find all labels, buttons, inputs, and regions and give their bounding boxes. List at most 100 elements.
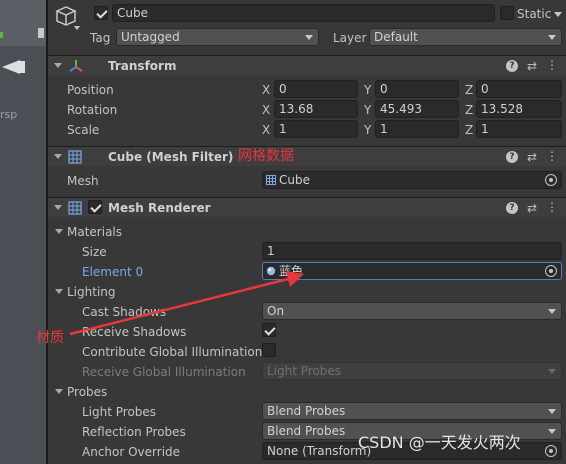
scene-gizmo-square bbox=[38, 28, 44, 38]
position-z-label: Z bbox=[465, 83, 474, 97]
static-label: Static bbox=[517, 7, 552, 21]
scale-x-field[interactable]: 1 bbox=[274, 120, 358, 138]
element0-picker-target-icon[interactable] bbox=[545, 265, 557, 277]
probes-label: Probes bbox=[67, 385, 108, 399]
icon-picker-chevron-down-icon[interactable] bbox=[74, 26, 80, 30]
rotation-label: Rotation bbox=[67, 103, 118, 117]
rotation-z-field[interactable]: 13.528 bbox=[476, 100, 562, 118]
transform-header[interactable]: Transform ? ⇄ ⋮ bbox=[48, 55, 566, 75]
materials-foldout-icon[interactable] bbox=[55, 229, 63, 234]
rotation-y-field[interactable]: 45.493 bbox=[375, 100, 459, 118]
layer-label: Layer bbox=[333, 31, 367, 45]
receive-shadows-checkbox[interactable] bbox=[262, 323, 276, 337]
tag-dropdown[interactable]: Untagged bbox=[116, 28, 319, 46]
scene-projection-label: rsp bbox=[0, 108, 18, 121]
material-annotation: 材质 bbox=[36, 330, 64, 346]
scene-view[interactable]: rsp bbox=[0, 0, 46, 464]
layer-dropdown[interactable]: Default bbox=[369, 28, 562, 46]
csdn-watermark: CSDN @一天发火两次 bbox=[358, 433, 521, 452]
transform-presets-icon[interactable]: ⇄ bbox=[525, 59, 539, 73]
mesh-filter-foldout-icon[interactable] bbox=[54, 154, 62, 159]
tag-label: Tag bbox=[90, 31, 111, 45]
scale-z-label: Z bbox=[465, 123, 474, 137]
position-y-field[interactable]: 0 bbox=[375, 80, 459, 98]
mesh-renderer-icon bbox=[68, 201, 82, 215]
size-label: Size bbox=[82, 245, 107, 259]
transform-menu-icon[interactable]: ⋮ bbox=[545, 58, 559, 72]
receive-shadows-label: Receive Shadows bbox=[82, 325, 187, 339]
object-active-checkbox[interactable] bbox=[94, 6, 108, 20]
mesh-grid-icon bbox=[68, 150, 82, 164]
mesh-renderer-foldout-icon[interactable] bbox=[54, 205, 62, 210]
position-y-label: Y bbox=[364, 83, 372, 97]
mesh-renderer-menu-icon[interactable]: ⋮ bbox=[545, 200, 559, 214]
light-probes-chevron-down-icon bbox=[548, 409, 556, 414]
mesh-object-field[interactable]: Cube bbox=[262, 171, 562, 189]
scale-y-field[interactable]: 1 bbox=[375, 120, 459, 138]
lighting-foldout-icon[interactable] bbox=[55, 289, 63, 294]
contribute-gi-label: Contribute Global Illumination bbox=[82, 345, 263, 359]
receive-gi-label: Receive Global Illumination bbox=[82, 365, 246, 379]
mesh-filter-help-icon[interactable]: ? bbox=[506, 151, 518, 163]
position-x-field[interactable]: 0 bbox=[274, 80, 358, 98]
rotation-x-field[interactable]: 13.68 bbox=[274, 100, 358, 118]
object-name-field[interactable]: Cube bbox=[112, 4, 495, 22]
static-chevron-down-icon[interactable] bbox=[554, 12, 562, 17]
mesh-renderer-enabled-checkbox[interactable] bbox=[88, 200, 102, 214]
static-checkbox[interactable] bbox=[500, 6, 514, 20]
receive-gi-dropdown: Light Probes bbox=[262, 362, 562, 380]
rotation-x-label: X bbox=[262, 103, 271, 117]
contribute-gi-checkbox[interactable] bbox=[262, 343, 276, 357]
materials-label: Materials bbox=[67, 225, 123, 239]
inspector-panel: Cube Static Tag Untagged Layer Default T… bbox=[48, 0, 566, 464]
lighting-label: Lighting bbox=[67, 285, 116, 299]
mesh-filter-title: Cube (Mesh Filter) bbox=[108, 150, 234, 164]
rotation-z-label: Z bbox=[465, 103, 474, 117]
light-probes-dropdown[interactable]: Blend Probes bbox=[262, 402, 562, 420]
mesh-value: Cube bbox=[279, 173, 310, 187]
material-sphere-icon bbox=[266, 266, 276, 276]
scale-z-field[interactable]: 1 bbox=[476, 120, 562, 138]
mesh-renderer-presets-icon[interactable]: ⇄ bbox=[525, 201, 539, 215]
mesh-label: Mesh bbox=[67, 174, 99, 188]
rotation-y-label: Y bbox=[364, 103, 372, 117]
mesh-filter-header[interactable]: Cube (Mesh Filter) 网格数据 ? ⇄ ⋮ bbox=[48, 146, 566, 166]
scene-toolbar bbox=[0, 0, 46, 46]
scene-axis-gizmo-green bbox=[0, 32, 3, 38]
mesh-filter-menu-icon[interactable]: ⋮ bbox=[545, 149, 559, 163]
position-x-label: X bbox=[262, 83, 271, 97]
gameobject-cube-icon bbox=[55, 6, 77, 26]
transform-axes-icon bbox=[69, 60, 83, 72]
mesh-picker-target-icon[interactable] bbox=[545, 174, 557, 186]
mesh-renderer-title: Mesh Renderer bbox=[108, 201, 211, 215]
probes-foldout-icon[interactable] bbox=[55, 389, 63, 394]
mesh-renderer-help-icon[interactable]: ? bbox=[506, 202, 518, 214]
receive-gi-value: Light Probes bbox=[267, 364, 342, 378]
element0-value: 蓝色 bbox=[279, 264, 304, 278]
element0-label: Element 0 bbox=[82, 265, 144, 279]
mesh-renderer-header[interactable]: Mesh Renderer ? ⇄ ⋮ bbox=[48, 197, 566, 217]
cast-shadows-dropdown[interactable]: On bbox=[262, 302, 562, 320]
anchor-override-label: Anchor Override bbox=[82, 445, 181, 459]
cast-shadows-chevron-down-icon bbox=[548, 309, 556, 314]
scale-y-label: Y bbox=[364, 123, 372, 137]
reflection-probes-value: Blend Probes bbox=[267, 424, 346, 438]
anchor-override-picker-target-icon[interactable] bbox=[545, 445, 557, 457]
tag-chevron-down-icon bbox=[305, 35, 313, 40]
element0-material-field[interactable]: 蓝色 bbox=[262, 262, 562, 280]
scale-x-label: X bbox=[262, 123, 271, 137]
mesh-filter-presets-icon[interactable]: ⇄ bbox=[525, 150, 539, 164]
transform-title: Transform bbox=[108, 59, 177, 73]
mesh-data-annotation: 网格数据 bbox=[238, 148, 294, 164]
position-label: Position bbox=[67, 83, 114, 97]
transform-help-icon[interactable]: ? bbox=[506, 60, 518, 72]
scale-label: Scale bbox=[67, 123, 100, 137]
position-z-field[interactable]: 0 bbox=[476, 80, 562, 98]
reflection-probes-chevron-down-icon bbox=[548, 429, 556, 434]
light-probes-label: Light Probes bbox=[82, 405, 157, 419]
tag-value: Untagged bbox=[121, 30, 180, 44]
layer-chevron-down-icon bbox=[548, 35, 556, 40]
reflection-probes-label: Reflection Probes bbox=[82, 425, 186, 439]
transform-foldout-icon[interactable] bbox=[54, 63, 62, 68]
materials-size-field[interactable]: 1 bbox=[262, 242, 562, 260]
